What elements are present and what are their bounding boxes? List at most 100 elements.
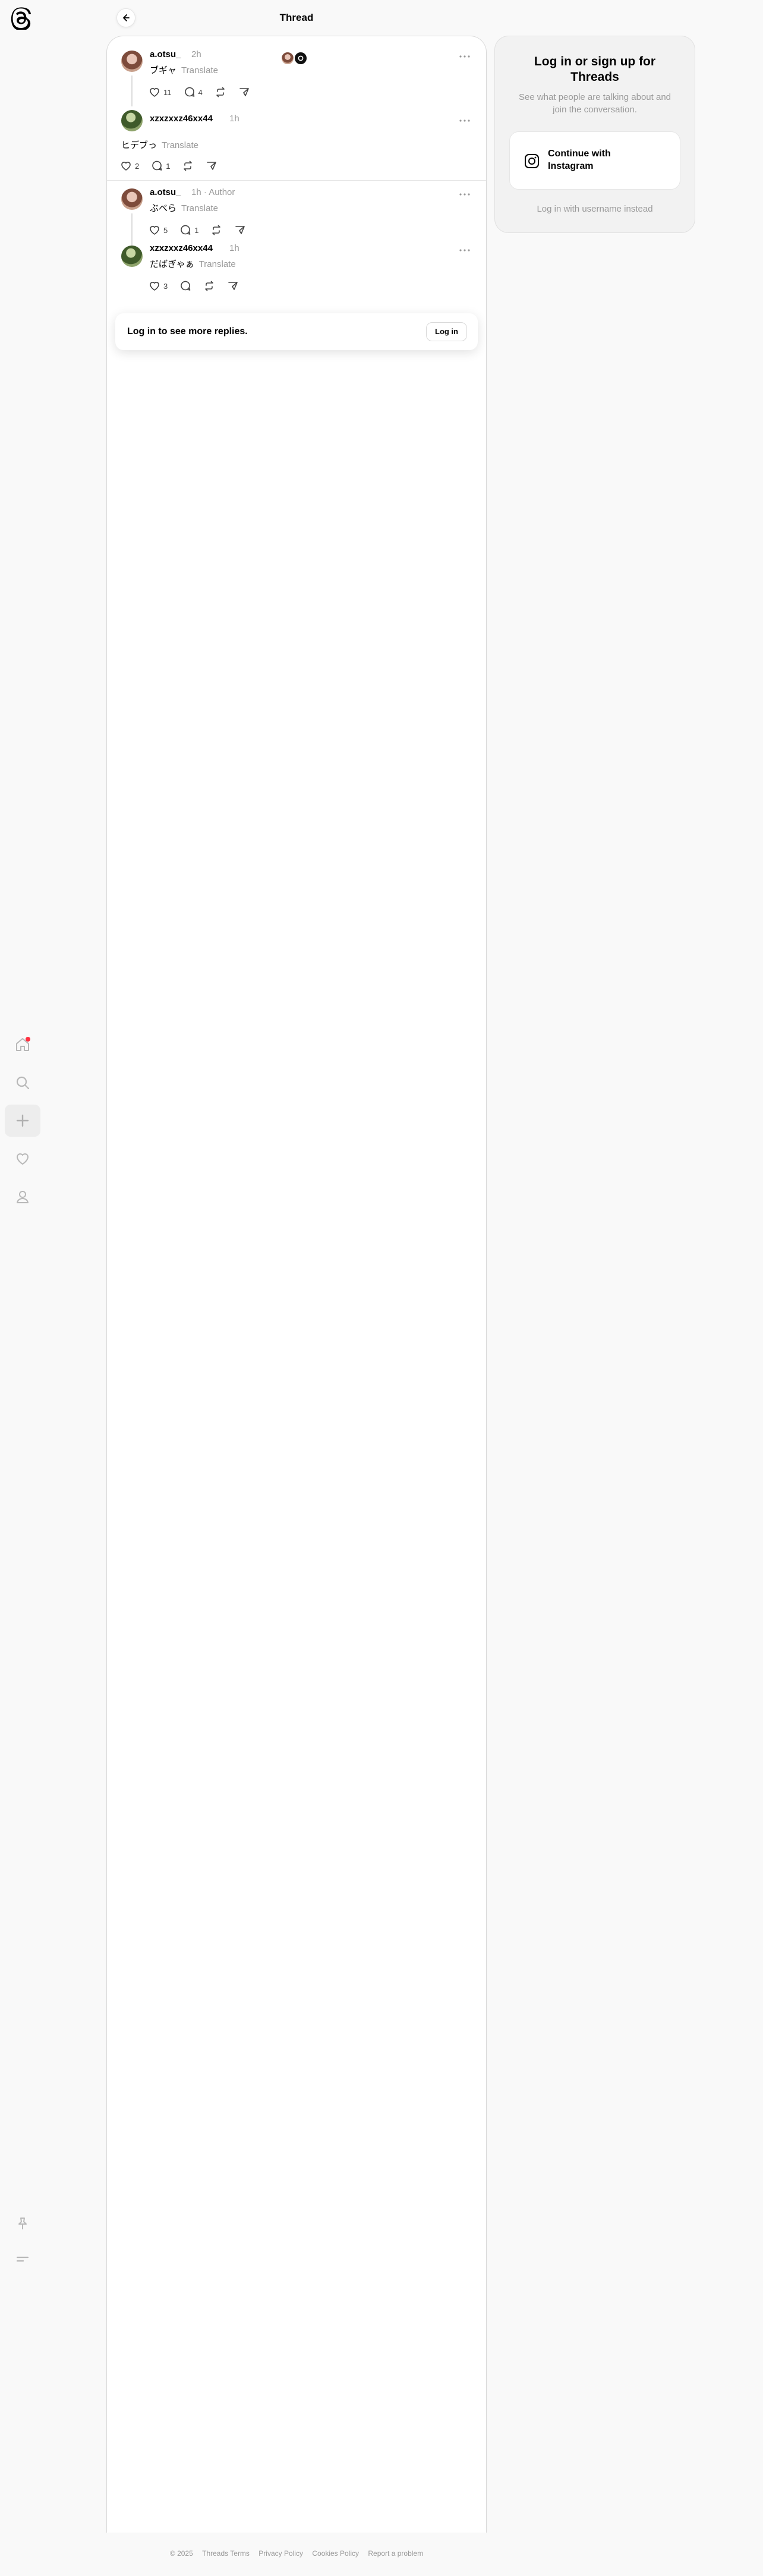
continue-with-instagram-button[interactable]: Continue with Instagram [509,131,680,190]
plus-icon [16,1114,29,1127]
share-button[interactable] [234,222,246,238]
more-options-button[interactable] [458,244,472,256]
post-text: だばぎゃぁ [150,259,194,269]
post-time[interactable]: 2h [191,49,201,59]
post-username[interactable]: a.otsu_ [150,49,181,59]
repost-icon [212,225,221,235]
ellipsis-icon [459,55,470,58]
ellipsis-icon [459,119,470,122]
login-prompt-text: Log in to see more replies. [127,326,248,336]
nav-create-button[interactable] [5,1105,40,1137]
post-actions: 2 1 [120,158,229,174]
pin-button[interactable] [5,2207,40,2240]
section-divider [107,180,486,181]
more-options-button[interactable] [458,188,472,200]
menu-button[interactable] [5,2243,40,2275]
post-actions: 5 1 [149,222,258,238]
reply-button[interactable] [179,278,191,294]
post-time-row: 1h · Author [191,187,235,197]
heart-icon [150,282,159,291]
like-button[interactable]: 2 [120,158,139,174]
send-icon [228,282,238,290]
share-button[interactable] [206,158,217,174]
nav-search-button[interactable] [5,1067,40,1099]
reply-count: 4 [198,87,203,97]
back-button[interactable] [116,8,135,27]
footer-copyright: © 2025 [169,2549,193,2558]
reply-count: 1 [166,161,171,171]
translate-link[interactable]: Translate [181,65,218,76]
post-text-row: だばぎゃぁ Translate [150,257,236,270]
instagram-icon [525,154,539,168]
avatar[interactable] [121,110,143,131]
heart-icon [121,162,131,171]
avatar[interactable] [121,246,143,267]
share-button[interactable] [238,84,250,100]
search-icon [16,1076,30,1090]
ellipsis-icon [459,193,470,196]
repost-icon [184,161,193,171]
reply-button[interactable]: 1 [151,158,170,174]
nav-activity-button[interactable] [5,1143,40,1175]
like-count: 11 [163,87,172,97]
comment-icon [181,281,191,291]
heart-icon [150,226,159,235]
post-text: ぶべら [150,203,177,213]
footer-link-cookies[interactable]: Cookies Policy [312,2549,359,2558]
comment-icon [152,161,162,171]
like-button[interactable]: 5 [149,222,168,238]
login-button[interactable]: Log in [426,322,467,341]
footer-link-report[interactable]: Report a problem [368,2549,423,2558]
post-username[interactable]: xzxzxxz46xx44 [150,114,213,124]
comment-icon [181,225,191,235]
footer-link-privacy[interactable]: Privacy Policy [258,2549,303,2558]
more-options-button[interactable] [458,115,472,127]
comment-icon [184,87,194,97]
translate-link[interactable]: Translate [181,203,218,213]
send-icon [207,162,217,170]
page-title: Thread [279,12,314,23]
threads-logo-icon[interactable] [11,7,33,31]
send-icon [239,88,249,96]
repost-button[interactable] [203,278,215,294]
nav-home-button[interactable] [5,1028,40,1061]
nav-profile-button[interactable] [5,1181,40,1213]
avatar[interactable] [121,188,143,210]
avatar[interactable] [121,51,143,72]
reply-button[interactable]: 4 [184,84,203,100]
heart-icon [17,1153,29,1165]
instagram-button-label: Continue with Instagram [548,149,611,171]
username-login-link[interactable]: Log in with username instead [495,204,695,214]
reply-button[interactable]: 1 [179,222,198,238]
threads-icon [298,55,304,61]
login-panel-subtitle: See what people are talking about and jo… [518,92,671,115]
side-navigation [5,1028,40,1219]
thread-column: a.otsu_ 2h ブギャ Translate 11 4 xzxzxxz46x… [106,36,487,2533]
participant-threads-avatar [294,51,308,65]
like-count: 3 [163,281,168,291]
thread-connector-line [131,76,133,106]
post-time[interactable]: 1h [229,243,239,253]
repost-button[interactable] [215,84,226,100]
footer-link-terms[interactable]: Threads Terms [202,2549,250,2558]
like-count: 2 [135,161,140,171]
translate-link[interactable]: Translate [162,140,198,150]
post-username[interactable]: xzxzxxz46xx44 [150,243,213,253]
share-button[interactable] [227,278,239,294]
send-icon [235,226,245,234]
repost-button[interactable] [182,158,194,174]
post-actions: 3 [149,278,251,294]
like-button[interactable]: 11 [149,84,172,100]
post-text-row: ぶべら Translate [150,202,218,214]
post-time[interactable]: 1h [191,187,201,197]
like-button[interactable]: 3 [149,278,168,294]
repost-button[interactable] [210,222,222,238]
post-time[interactable]: 1h [229,114,239,124]
post-text: ブギャ [150,65,177,76]
bottom-navigation [5,2207,40,2279]
participants-avatars[interactable] [280,49,315,67]
arrow-left-icon [123,14,130,21]
translate-link[interactable]: Translate [199,259,236,269]
more-options-button[interactable] [458,51,472,62]
post-username[interactable]: a.otsu_ [150,187,181,197]
